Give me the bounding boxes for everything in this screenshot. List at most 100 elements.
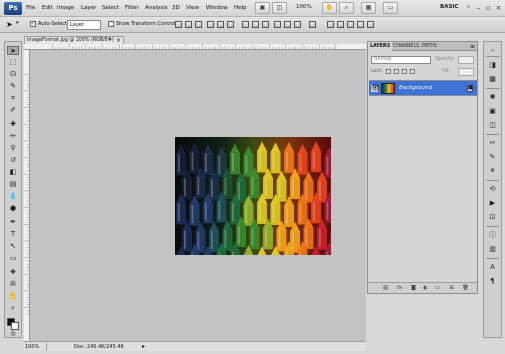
menu-edit[interactable]: Edit bbox=[42, 3, 53, 14]
eye-icon[interactable]: 👁 bbox=[371, 85, 380, 92]
align-right-icon[interactable] bbox=[227, 21, 234, 28]
actions-panel-icon[interactable]: ▶ bbox=[487, 198, 498, 208]
align-vcenter-icon[interactable] bbox=[185, 21, 192, 28]
distribute-bottom-icon[interactable] bbox=[262, 21, 269, 28]
marquee-tool-icon[interactable]: ⬚ bbox=[7, 58, 19, 67]
dock-collapse-icon[interactable]: « bbox=[487, 46, 498, 56]
navigator-panel-icon[interactable]: ⊡ bbox=[487, 212, 498, 222]
hand-tool-icon[interactable]: ✋ bbox=[7, 292, 19, 301]
zoom-level-select[interactable]: 100% bbox=[296, 4, 312, 10]
auto-select-checkbox[interactable]: ✓ bbox=[30, 21, 36, 27]
tool-presets-icon[interactable]: ✂ bbox=[487, 138, 498, 148]
menu-help[interactable]: Help bbox=[234, 3, 247, 14]
healing-brush-tool-icon[interactable]: ✚ bbox=[7, 120, 19, 129]
align-left-icon[interactable] bbox=[207, 21, 214, 28]
auto-select-target-select[interactable]: Layer bbox=[67, 20, 101, 30]
screen-mode-button[interactable]: ▭ bbox=[383, 2, 398, 14]
menu-3d[interactable]: 3D bbox=[172, 3, 180, 14]
clone-stamp-tool-icon[interactable]: ⚲ bbox=[7, 144, 19, 153]
menu-view[interactable]: View bbox=[186, 3, 199, 14]
workspace-chevron-icon[interactable]: » bbox=[467, 4, 470, 10]
menu-window[interactable]: Window bbox=[206, 3, 228, 14]
eraser-tool-icon[interactable]: ◧ bbox=[7, 168, 19, 177]
delete-layer-icon[interactable]: 🗑 bbox=[462, 285, 469, 292]
masks-panel-icon[interactable]: ▣ bbox=[487, 106, 498, 116]
align-top-icon[interactable] bbox=[175, 21, 182, 28]
menu-filter[interactable]: Filter bbox=[125, 3, 139, 14]
menu-file[interactable]: File bbox=[26, 3, 35, 14]
paragraph-panel-icon[interactable]: ¶ bbox=[487, 276, 498, 286]
opacity-field[interactable] bbox=[458, 56, 474, 64]
preset-chevron-icon[interactable]: ▾ bbox=[16, 20, 19, 26]
type-tool-icon[interactable]: T bbox=[7, 230, 19, 239]
3d-slide-icon[interactable] bbox=[357, 21, 364, 28]
layer-row-background[interactable]: 👁 Background ■ bbox=[369, 80, 477, 96]
link-layers-icon[interactable]: ⛓ bbox=[382, 285, 389, 292]
close-document-icon[interactable]: × bbox=[116, 37, 121, 44]
histogram-panel-icon[interactable]: ▥ bbox=[487, 244, 498, 254]
distribute-top-icon[interactable] bbox=[242, 21, 249, 28]
hand-tool-button[interactable]: ✋ bbox=[322, 2, 337, 14]
blend-mode-select[interactable]: Normal bbox=[371, 56, 431, 64]
3d-pan-icon[interactable] bbox=[347, 21, 354, 28]
brushes-panel-icon[interactable]: ✎ bbox=[487, 152, 498, 162]
align-bottom-icon[interactable] bbox=[195, 21, 202, 28]
document-tab[interactable]: ImageFormat.jpg @ 100% (RGB/8#) × bbox=[24, 36, 124, 44]
tab-layers[interactable]: LAYERS bbox=[368, 42, 393, 51]
lock-transparent-icon[interactable] bbox=[386, 69, 391, 74]
move-tool-preset-icon[interactable]: ➤ bbox=[6, 20, 13, 29]
3d-rotate-icon[interactable] bbox=[327, 21, 334, 28]
info-panel-icon[interactable]: ⓘ bbox=[487, 230, 498, 240]
layer-name[interactable]: Background bbox=[399, 85, 432, 91]
crop-tool-icon[interactable]: ⌗ bbox=[7, 94, 19, 103]
move-tool-icon[interactable]: ➤ bbox=[7, 46, 19, 55]
show-transform-checkbox[interactable] bbox=[108, 21, 114, 27]
clone-source-icon[interactable]: ⚘ bbox=[487, 166, 498, 176]
path-selection-tool-icon[interactable]: ↖ bbox=[7, 242, 19, 251]
new-group-icon[interactable]: ▭ bbox=[434, 285, 441, 292]
quick-select-tool-icon[interactable]: ✎ bbox=[7, 82, 19, 91]
adjustment-layer-icon[interactable]: ◐ bbox=[422, 285, 429, 292]
close-icon[interactable]: × bbox=[493, 3, 504, 13]
lasso-tool-icon[interactable]: ᘏ bbox=[7, 70, 19, 79]
styles-panel-icon[interactable]: ◫ bbox=[487, 120, 498, 130]
distribute-hcenter-icon[interactable] bbox=[284, 21, 291, 28]
arrange-documents-button[interactable]: ▦ bbox=[361, 2, 376, 14]
launch-bridge-button[interactable]: ▣ bbox=[255, 2, 270, 14]
dodge-tool-icon[interactable]: ● bbox=[7, 204, 19, 213]
align-hcenter-icon[interactable] bbox=[217, 21, 224, 28]
swatches-panel-icon[interactable]: ▦ bbox=[487, 74, 498, 84]
quick-mask-icon[interactable]: ◎ bbox=[7, 329, 19, 338]
tab-channels[interactable]: CHANNELS bbox=[391, 42, 421, 51]
layer-style-icon[interactable]: fx bbox=[396, 285, 403, 292]
distribute-left-icon[interactable] bbox=[274, 21, 281, 28]
lock-all-icon[interactable] bbox=[410, 69, 415, 74]
history-brush-tool-icon[interactable]: ↺ bbox=[7, 156, 19, 165]
launch-mini-bridge-button[interactable]: ◫ bbox=[272, 2, 287, 14]
zoom-tool-icon[interactable]: ⌕ bbox=[7, 304, 19, 313]
document-image-crayons[interactable] bbox=[175, 137, 331, 255]
history-panel-icon[interactable]: ⟲ bbox=[487, 184, 498, 194]
color-panel-icon[interactable]: ◨ bbox=[487, 60, 498, 70]
distribute-vcenter-icon[interactable] bbox=[252, 21, 259, 28]
workspace-switcher[interactable]: BASIC bbox=[440, 4, 459, 10]
brush-tool-icon[interactable]: ✏ bbox=[7, 132, 19, 141]
menu-select[interactable]: Select bbox=[102, 3, 119, 14]
blur-tool-icon[interactable]: 💧 bbox=[7, 192, 19, 201]
fill-field[interactable] bbox=[458, 68, 474, 76]
menu-image[interactable]: Image bbox=[57, 3, 74, 14]
lock-position-icon[interactable] bbox=[402, 69, 407, 74]
tab-paths[interactable]: PATHS bbox=[420, 42, 439, 51]
new-layer-icon[interactable]: ⊞ bbox=[448, 285, 455, 292]
adjustments-panel-icon[interactable]: ✺ bbox=[487, 92, 498, 102]
status-info-arrow-icon[interactable]: ▸ bbox=[142, 343, 145, 350]
distribute-right-icon[interactable] bbox=[294, 21, 301, 28]
eyedropper-tool-icon[interactable]: ✐ bbox=[7, 106, 19, 115]
menu-analysis[interactable]: Analysis bbox=[145, 3, 168, 14]
pen-tool-icon[interactable]: ✒ bbox=[7, 218, 19, 227]
gradient-tool-icon[interactable]: ▤ bbox=[7, 180, 19, 189]
status-zoom-level[interactable]: 100% bbox=[25, 344, 39, 350]
shape-tool-icon[interactable]: ▭ bbox=[7, 254, 19, 263]
3d-roll-icon[interactable] bbox=[337, 21, 344, 28]
menu-layer[interactable]: Layer bbox=[81, 3, 96, 14]
